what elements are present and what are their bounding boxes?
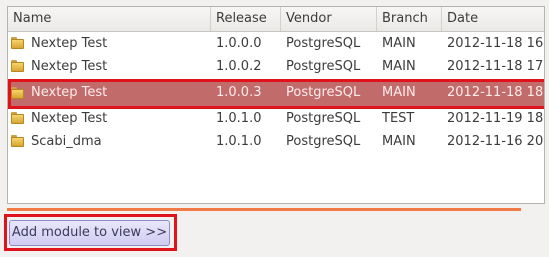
cell-date: 2012-11-16 20: bbox=[447, 134, 545, 149]
table-row[interactable]: Scabi_dma 1.0.1.0 PostgreSQL MAIN 2012-1… bbox=[8, 130, 544, 153]
cell-name: Scabi_dma bbox=[31, 134, 102, 149]
folder-icon bbox=[11, 112, 24, 124]
cell-vendor: PostgreSQL bbox=[286, 134, 361, 149]
cell-release: 1.0.0.3 bbox=[216, 85, 262, 100]
cell-vendor: PostgreSQL bbox=[286, 59, 361, 74]
folder-icon bbox=[11, 60, 24, 72]
column-header-name[interactable]: Name bbox=[8, 7, 211, 31]
cell-branch: TEST bbox=[382, 111, 415, 126]
cell-name: Nextep Test bbox=[31, 111, 108, 126]
module-table: Name Release Vendor Branch Date Nextep T… bbox=[7, 6, 545, 204]
table-row-selected[interactable]: Nextep Test 1.0.0.3 PostgreSQL MAIN 2012… bbox=[8, 79, 544, 107]
cell-date: 2012-11-18 18: bbox=[447, 85, 545, 100]
column-header-branch[interactable]: Branch bbox=[377, 7, 442, 31]
table-row[interactable]: Nextep Test 1.0.0.0 PostgreSQL MAIN 2012… bbox=[8, 32, 544, 55]
cell-vendor: PostgreSQL bbox=[286, 85, 361, 100]
cell-branch: MAIN bbox=[382, 59, 416, 74]
progress-bar bbox=[7, 208, 521, 211]
table-row[interactable]: Nextep Test 1.0.0.2 PostgreSQL MAIN 2012… bbox=[8, 55, 544, 78]
column-header-release[interactable]: Release bbox=[211, 7, 281, 31]
table-header: Name Release Vendor Branch Date bbox=[8, 7, 544, 32]
cell-release: 1.0.1.0 bbox=[216, 134, 262, 149]
cell-branch: MAIN bbox=[382, 36, 416, 51]
column-header-date[interactable]: Date bbox=[442, 7, 544, 31]
cell-release: 1.0.0.0 bbox=[216, 36, 262, 51]
cell-release: 1.0.1.0 bbox=[216, 111, 262, 126]
cell-release: 1.0.0.2 bbox=[216, 59, 262, 74]
add-module-to-view-button[interactable]: Add module to view >> bbox=[9, 220, 170, 246]
folder-icon bbox=[11, 37, 24, 49]
cell-date: 2012-11-19 18: bbox=[447, 111, 545, 126]
cell-date: 2012-11-18 17: bbox=[447, 59, 545, 74]
folder-icon bbox=[11, 135, 24, 147]
cell-date: 2012-11-18 16: bbox=[447, 36, 545, 51]
cell-vendor: PostgreSQL bbox=[286, 111, 361, 126]
column-header-vendor[interactable]: Vendor bbox=[281, 7, 377, 31]
cell-branch: MAIN bbox=[382, 85, 416, 100]
cell-name: Nextep Test bbox=[31, 36, 108, 51]
cell-branch: MAIN bbox=[382, 134, 416, 149]
folder-icon bbox=[11, 87, 24, 99]
cell-name: Nextep Test bbox=[31, 85, 108, 100]
cell-name: Nextep Test bbox=[31, 59, 108, 74]
table-row[interactable]: Nextep Test 1.0.1.0 PostgreSQL TEST 2012… bbox=[8, 107, 544, 130]
cell-vendor: PostgreSQL bbox=[286, 36, 361, 51]
